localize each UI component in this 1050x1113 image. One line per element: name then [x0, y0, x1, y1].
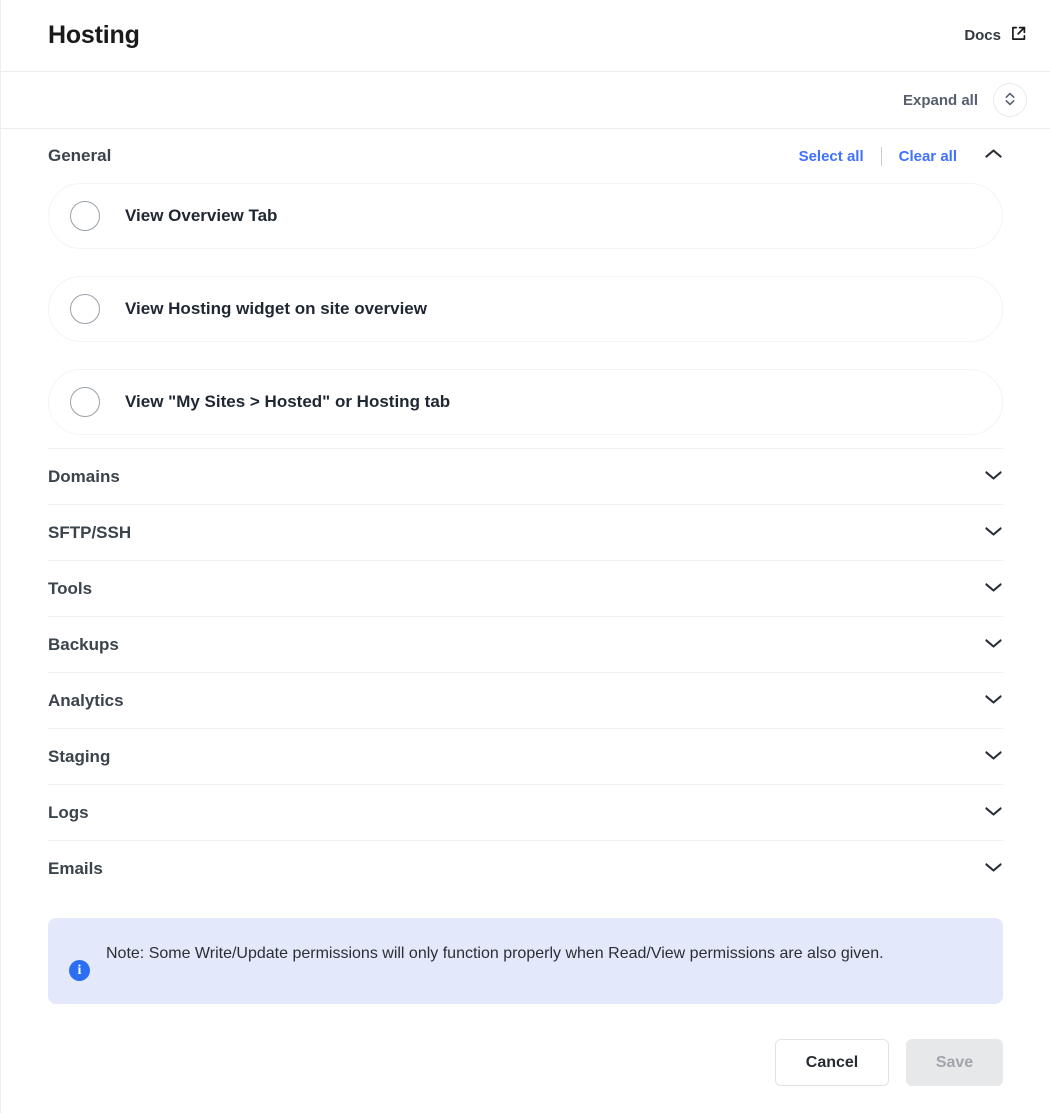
docs-link[interactable]: Docs	[964, 25, 1027, 46]
expand-section-button[interactable]	[957, 468, 1003, 486]
expand-all-bar: Expand all	[1, 72, 1050, 129]
note-text: Note: Some Write/Update permissions will…	[106, 945, 884, 962]
chevron-down-icon	[984, 692, 1003, 710]
panel-footer: Cancel Save	[1, 1013, 1050, 1113]
permission-list: View Overview Tab View Hosting widget on…	[48, 183, 1003, 448]
clear-all-link[interactable]: Clear all	[899, 148, 957, 165]
expand-section-button[interactable]	[957, 580, 1003, 598]
panel-body: General Select all Clear all View Overvi…	[1, 129, 1050, 1013]
permission-row[interactable]: View Hosting widget on site overview	[48, 276, 1003, 342]
permission-row[interactable]: View Overview Tab	[48, 183, 1003, 249]
chevron-down-icon	[984, 804, 1003, 822]
section-title: Emails	[48, 858, 103, 878]
permission-toggle[interactable]	[70, 201, 100, 231]
section-title: Backups	[48, 634, 119, 654]
cancel-button[interactable]: Cancel	[775, 1039, 889, 1086]
docs-link-label: Docs	[964, 27, 1001, 44]
chevron-down-icon	[984, 636, 1003, 654]
link-divider	[880, 146, 882, 166]
external-link-icon	[1010, 25, 1027, 46]
chevron-down-icon	[984, 468, 1003, 486]
permission-row[interactable]: View "My Sites > Hosted" or Hosting tab	[48, 369, 1003, 435]
expand-all-button[interactable]	[993, 83, 1027, 117]
section-row-tools[interactable]: Tools	[48, 560, 1003, 616]
section-title: Tools	[48, 578, 93, 598]
expand-section-button[interactable]	[957, 748, 1003, 766]
section-row-sftp-ssh[interactable]: SFTP/SSH	[48, 504, 1003, 560]
chevron-down-icon	[984, 860, 1003, 878]
section-row-emails[interactable]: Emails	[48, 840, 1003, 896]
section-title: SFTP/SSH	[48, 522, 132, 542]
chevron-down-icon	[984, 580, 1003, 598]
section-row-backups[interactable]: Backups	[48, 616, 1003, 672]
panel-header: Hosting Docs	[1, 0, 1050, 72]
section-title: Logs	[48, 802, 89, 822]
section-title: Analytics	[48, 690, 124, 710]
group-header-general[interactable]: General Select all Clear all	[48, 129, 1003, 183]
chevron-down-icon	[984, 748, 1003, 766]
collapse-group-button[interactable]	[957, 147, 1003, 165]
section-row-staging[interactable]: Staging	[48, 728, 1003, 784]
chevron-up-down-icon	[1003, 90, 1017, 111]
section-title: Staging	[48, 746, 111, 766]
section-title: Domains	[48, 466, 120, 486]
group-title: General	[48, 146, 112, 165]
permission-label: View Overview Tab	[125, 206, 278, 225]
permission-label: View "My Sites > Hosted" or Hosting tab	[125, 392, 451, 411]
expand-section-button[interactable]	[957, 804, 1003, 822]
permissions-note: i Note: Some Write/Update permissions wi…	[48, 918, 1003, 1004]
info-icon: i	[69, 960, 90, 981]
select-all-link[interactable]: Select all	[799, 148, 864, 165]
permission-toggle[interactable]	[70, 387, 100, 417]
permission-toggle[interactable]	[70, 294, 100, 324]
hosting-permissions-panel: Hosting Docs Expand all General Select a…	[0, 0, 1050, 1113]
section-row-domains[interactable]: Domains	[48, 448, 1003, 504]
chevron-up-icon	[984, 147, 1003, 165]
expand-all-label[interactable]: Expand all	[903, 92, 978, 109]
expand-section-button[interactable]	[957, 692, 1003, 710]
section-row-analytics[interactable]: Analytics	[48, 672, 1003, 728]
expand-section-button[interactable]	[957, 636, 1003, 654]
group-header-actions: Select all Clear all	[799, 146, 1003, 166]
save-button[interactable]: Save	[906, 1039, 1003, 1086]
permission-label: View Hosting widget on site overview	[125, 299, 427, 318]
expand-section-button[interactable]	[957, 524, 1003, 542]
expand-section-button[interactable]	[957, 860, 1003, 878]
section-row-logs[interactable]: Logs	[48, 784, 1003, 840]
page-title: Hosting	[48, 21, 140, 49]
chevron-down-icon	[984, 524, 1003, 542]
